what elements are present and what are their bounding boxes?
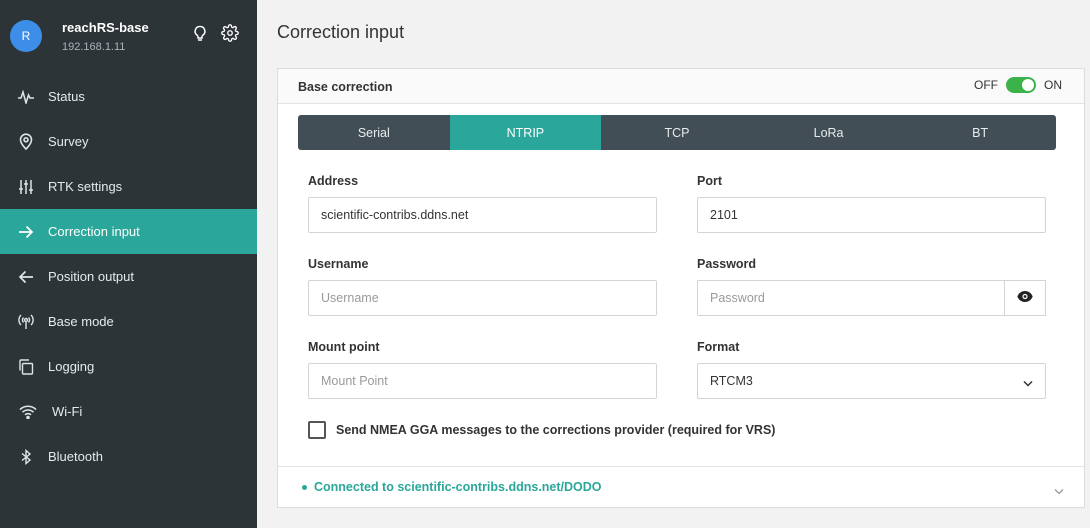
sidebar-item-label: Status <box>48 89 85 104</box>
address-label: Address <box>308 174 359 188</box>
sidebar-item-wifi[interactable]: Wi-Fi <box>0 389 257 434</box>
sidebar-item-bluetooth[interactable]: Bluetooth <box>0 434 257 479</box>
correction-toggle: OFF ON <box>974 77 1062 93</box>
mount-point-input[interactable]: Mount Point <box>308 363 657 399</box>
sidebar-nav: Status Survey RTK settings Correction in… <box>0 74 257 479</box>
bluetooth-icon <box>17 448 35 466</box>
sidebar-item-correction-input[interactable]: Correction input <box>0 209 257 254</box>
tab-bt[interactable]: BT <box>904 115 1056 150</box>
avatar: R <box>10 20 42 52</box>
sidebar-item-survey[interactable]: Survey <box>0 119 257 164</box>
sidebar-item-label: Wi-Fi <box>52 404 83 419</box>
antenna-icon <box>17 313 35 331</box>
show-password-button[interactable] <box>1004 280 1046 316</box>
chevron-down-icon[interactable] <box>1054 482 1064 500</box>
device-name: reachRS-base <box>62 19 149 35</box>
tab-tcp[interactable]: TCP <box>601 115 753 150</box>
username-input[interactable]: Username <box>308 280 657 316</box>
format-selected-value: RTCM3 <box>710 374 753 388</box>
main-content: Correction input Base correction OFF ON … <box>257 0 1090 528</box>
connection-status-bar[interactable]: Connected to scientific-contribs.ddns.ne… <box>278 466 1084 507</box>
tab-serial[interactable]: Serial <box>298 115 450 150</box>
nmea-gga-option: Send NMEA GGA messages to the correction… <box>308 421 775 439</box>
sidebar-item-label: Base mode <box>48 314 114 329</box>
device-header: R reachRS-base 192.168.1.11 <box>0 0 257 72</box>
tab-ntrip[interactable]: NTRIP <box>449 115 602 150</box>
correction-tabs: Serial NTRIP TCP LoRa BT <box>298 115 1056 150</box>
nmea-gga-label: Send NMEA GGA messages to the correction… <box>336 423 776 437</box>
eye-icon <box>1017 289 1033 307</box>
wifi-icon <box>19 403 37 421</box>
arrow-left-icon <box>17 268 35 286</box>
sidebar-item-position-output[interactable]: Position output <box>0 254 257 299</box>
sliders-icon <box>17 178 35 196</box>
port-label: Port <box>697 174 722 188</box>
device-ip: 192.168.1.11 <box>62 40 126 53</box>
toggle-switch[interactable] <box>1006 77 1036 93</box>
format-select[interactable]: RTCM3 <box>697 363 1046 399</box>
lightbulb-icon[interactable] <box>193 25 207 42</box>
toggle-off-label: OFF <box>974 78 998 92</box>
chevron-down-icon <box>1023 376 1033 390</box>
sidebar-item-label: Logging <box>48 359 95 374</box>
status-dot-icon <box>302 484 307 490</box>
sidebar-item-status[interactable]: Status <box>0 74 257 119</box>
sidebar-item-label: RTK settings <box>48 179 123 194</box>
device-actions <box>193 24 239 42</box>
sidebar-item-logging[interactable]: Logging <box>0 344 257 389</box>
map-pin-icon <box>17 133 35 151</box>
toggle-on-label: ON <box>1044 78 1062 92</box>
sidebar-item-rtk-settings[interactable]: RTK settings <box>0 164 257 209</box>
password-label: Password <box>697 257 757 271</box>
copy-icon <box>17 358 35 376</box>
nmea-gga-checkbox[interactable] <box>308 421 326 439</box>
device-info: reachRS-base 192.168.1.11 <box>62 20 149 53</box>
arrow-right-icon <box>17 223 35 241</box>
port-input[interactable]: 2101 <box>697 197 1046 233</box>
password-input[interactable]: Password <box>697 280 1005 316</box>
sidebar: R reachRS-base 192.168.1.11 Status Surve… <box>0 0 257 528</box>
activity-icon <box>17 88 35 106</box>
format-label: Format <box>697 340 740 354</box>
address-input[interactable]: scientific-contribs.ddns.net <box>308 197 657 233</box>
sidebar-item-label: Bluetooth <box>48 449 103 464</box>
username-label: Username <box>308 257 369 271</box>
tab-lora[interactable]: LoRa <box>753 115 905 150</box>
page-title: Correction input <box>277 22 405 42</box>
connection-status-text: Connected to scientific-contribs.ddns.ne… <box>314 480 602 494</box>
card-header: Base correction OFF ON <box>278 69 1084 104</box>
sidebar-item-label: Position output <box>48 269 135 284</box>
sidebar-item-base-mode[interactable]: Base mode <box>0 299 257 344</box>
sidebar-item-label: Survey <box>48 134 89 149</box>
gear-icon[interactable] <box>221 24 239 42</box>
sidebar-item-label: Correction input <box>48 224 140 239</box>
mount-point-label: Mount point <box>308 340 380 354</box>
base-correction-card: Base correction OFF ON Serial NTRIP TCP … <box>277 68 1085 508</box>
connection-status: Connected to scientific-contribs.ddns.ne… <box>302 480 602 494</box>
card-title: Base correction <box>298 80 393 94</box>
